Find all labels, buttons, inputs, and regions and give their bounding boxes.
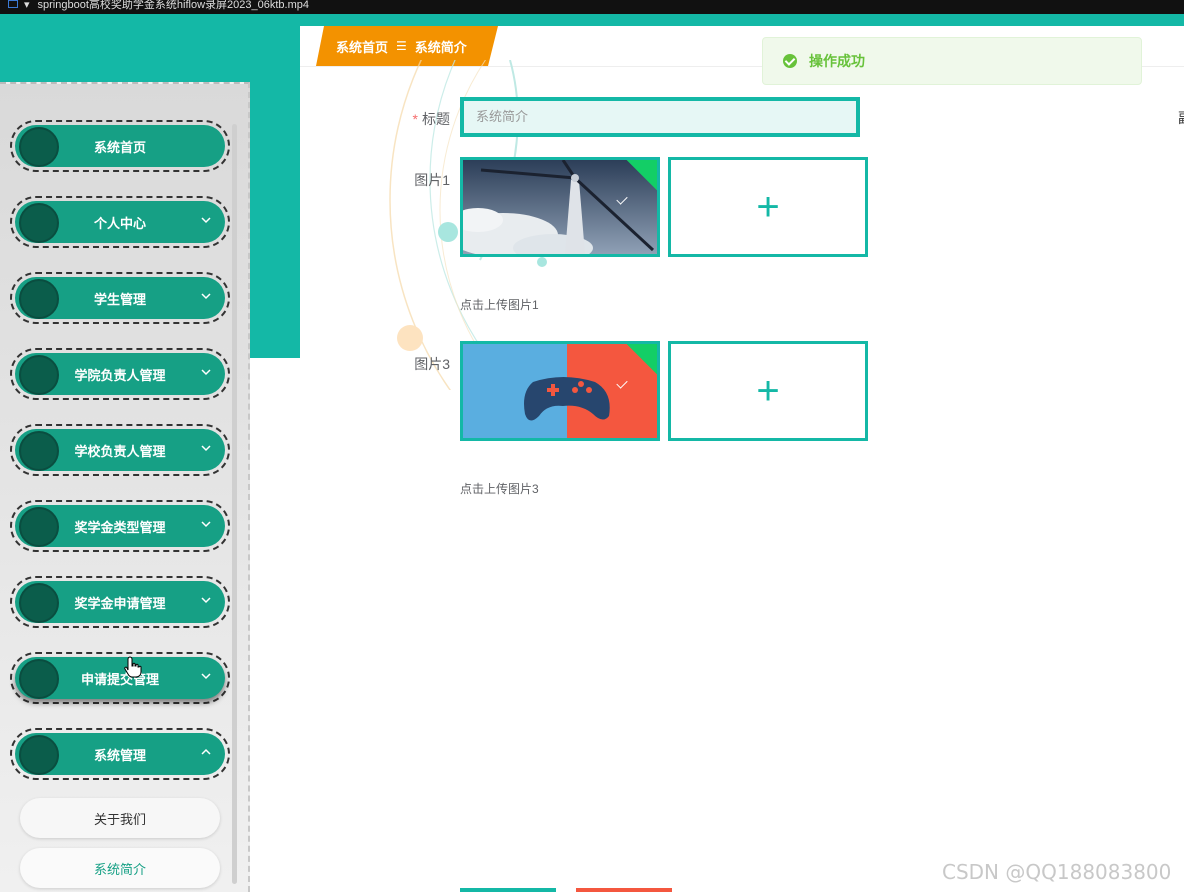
menu-circle-icon [19,735,59,775]
watermark: CSDN @QQ188083800 [942,860,1172,884]
sidebar-item-2[interactable]: 学生管理 [10,272,230,324]
title-label: * 标题 [370,109,450,129]
window-icon [8,0,18,8]
title-label-text: 标题 [422,111,450,127]
menu-icon: ☰ [396,39,407,53]
required-asterisk: * [412,111,418,127]
truncated-label: 副 [1178,108,1184,128]
sidebar-subitem-1[interactable]: 系统简介 [20,848,220,888]
sidebar-item-label: 系统首页 [93,139,146,155]
toast-message: 操作成功 [809,53,865,69]
wind-turbine-image [463,160,657,254]
chevron-down-icon [201,369,211,376]
menu-circle-icon [19,583,59,623]
menu-circle-icon [19,431,59,471]
sidebar-item-label: 学生管理 [93,291,146,307]
image3-hint: 点击上传图片3 [460,482,539,496]
cancel-button[interactable] [576,888,672,892]
sidebar-scrollbar[interactable] [232,124,237,884]
image1-thumbnail[interactable] [460,157,660,257]
sidebar-item-pill: 奖学金类型管理 [15,505,225,547]
sidebar-subitem-0[interactable]: 关于我们 [20,798,220,838]
chevron-down-icon [201,293,211,300]
plus-icon: + [756,184,780,229]
sidebar-item-6[interactable]: 奖学金申请管理 [10,576,230,628]
title-input[interactable]: 系统简介 [460,97,860,137]
window-title-bar: ▾ springboot高校奖助学金系统hiflow录屏2023_06ktb.mp… [0,0,1184,14]
image1-upload-button[interactable]: + [668,157,868,257]
chevron-down-icon [201,445,211,452]
chevron-down-icon [201,521,211,528]
sidebar-item-7[interactable]: 申请提交管理 [10,652,230,704]
header-teal-strip [250,82,300,358]
sidebar-item-pill: 学生管理 [15,277,225,319]
sidebar-item-pill: 系统首页 [15,125,225,167]
check-circle-icon [783,54,797,68]
menu-circle-icon [19,127,59,167]
sidebar-item-5[interactable]: 奖学金类型管理 [10,500,230,552]
chevron-up-icon [201,748,211,755]
plus-icon: + [756,368,780,413]
chevron-down-icon [201,597,211,604]
breadcrumb-home[interactable]: 系统首页 [336,37,388,56]
sidebar-item-label: 个人中心 [93,215,146,231]
submit-button[interactable] [460,888,556,892]
breadcrumb: 系统首页 ☰ 系统简介 [316,26,498,66]
menu-circle-icon [19,659,59,699]
sidebar-item-pill: 个人中心 [15,201,225,243]
sidebar-item-1[interactable]: 个人中心 [10,196,230,248]
sidebar-item-label: 申请提交管理 [80,671,159,687]
sidebar-item-pill: 学院负责人管理 [15,353,225,395]
chevron-down-icon[interactable]: ▾ [24,0,30,11]
game-controller-image [463,344,657,438]
success-toast: 操作成功 [762,37,1142,85]
hand-cursor-icon [124,656,142,678]
sidebar-item-pill: 系统管理 [15,733,225,775]
chevron-down-icon [201,217,211,224]
sidebar-item-4[interactable]: 学校负责人管理 [10,424,230,476]
sidebar-item-pill: 奖学金申请管理 [15,581,225,623]
image3-upload-button[interactable]: + [668,341,868,441]
image3-label: 图片3 [414,356,450,372]
image1-label: 图片1 [414,172,450,188]
menu-circle-icon [19,203,59,243]
sidebar-item-pill: 申请提交管理 [15,657,225,699]
image3-thumbnail[interactable] [460,341,660,441]
menu-circle-icon [19,279,59,319]
menu-circle-icon [19,355,59,395]
window-title: springboot高校奖助学金系统hiflow录屏2023_06ktb.mp4 [37,0,309,11]
chevron-down-icon [201,673,211,680]
menu-circle-icon [19,507,59,547]
sidebar-item-label: 奖学金申请管理 [74,595,166,611]
breadcrumb-current: 系统简介 [414,39,467,55]
sidebar-item-8[interactable]: 系统管理 [10,728,230,780]
sidebar-item-label: 系统管理 [93,747,146,763]
sidebar-item-0[interactable]: 系统首页 [10,120,230,172]
sidebar-item-3[interactable]: 学院负责人管理 [10,348,230,400]
image1-hint: 点击上传图片1 [460,298,539,312]
sidebar-item-pill: 学校负责人管理 [15,429,225,471]
header-accent-line [0,14,1184,26]
sidebar-item-label: 奖学金类型管理 [74,519,166,535]
header-brand-area [0,26,300,82]
sidebar-item-label: 学院负责人管理 [74,367,166,383]
sidebar-item-label: 学校负责人管理 [74,443,166,459]
